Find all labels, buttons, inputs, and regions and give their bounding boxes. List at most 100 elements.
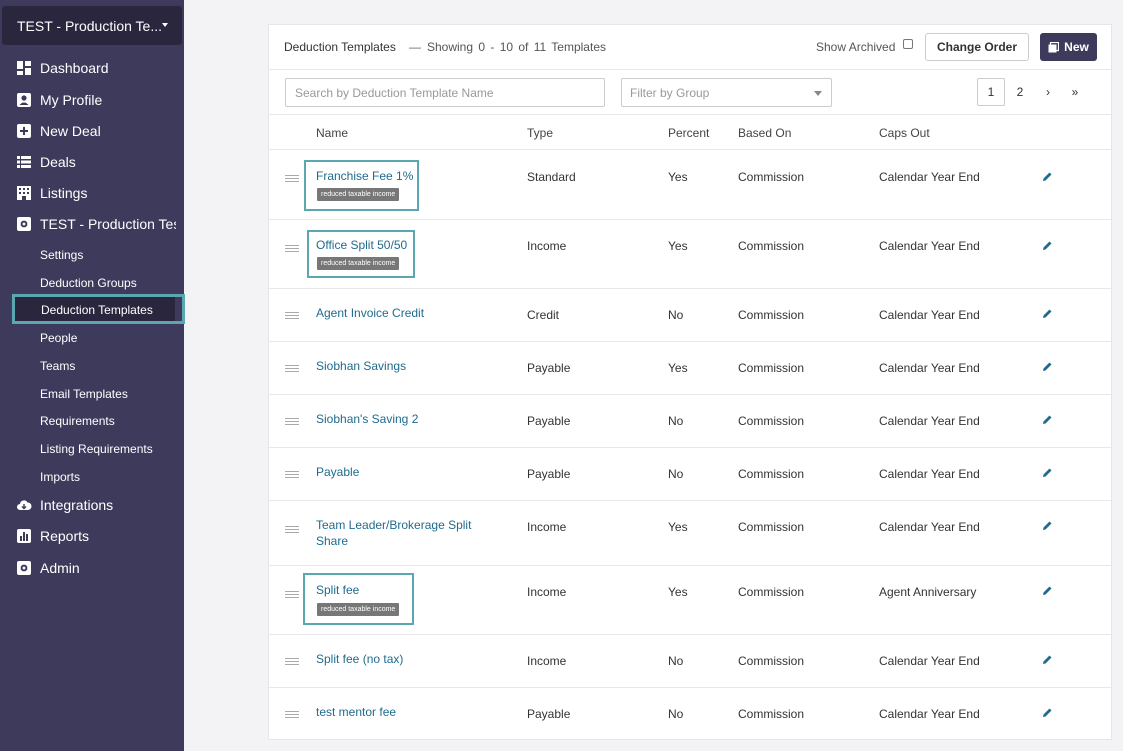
pencil-icon[interactable] xyxy=(1042,467,1053,478)
pencil-icon[interactable] xyxy=(1042,361,1053,372)
cell-percent: No xyxy=(668,414,684,428)
new-icon xyxy=(1048,41,1060,52)
nav-my-profile[interactable]: My Profile xyxy=(16,89,176,111)
pencil-icon[interactable] xyxy=(1042,654,1053,665)
cell-caps-out: Agent Anniversary xyxy=(879,585,977,599)
cell-type: Credit xyxy=(527,308,560,322)
cell-caps-out: Calendar Year End xyxy=(879,239,980,253)
cell-caps-out: Calendar Year End xyxy=(879,414,980,428)
nav-reports[interactable]: Reports xyxy=(16,525,176,547)
template-name-link[interactable]: Team Leader/Brokerage Split xyxy=(316,517,471,533)
template-name-link[interactable]: Office Split 50/50 xyxy=(316,237,407,253)
nav-listings[interactable]: Listings xyxy=(16,182,176,204)
drag-handle-icon[interactable] xyxy=(285,526,299,534)
active-indicator xyxy=(175,297,182,321)
pencil-icon[interactable] xyxy=(1042,171,1053,182)
cell-based-on: Commission xyxy=(738,467,805,481)
sub-item-listing-requirements[interactable]: Listing Requirements xyxy=(40,440,153,458)
sub-item-deduction-templates[interactable]: Deduction Templates xyxy=(12,294,185,324)
cell-type: Payable xyxy=(527,414,571,428)
cell-percent: Yes xyxy=(668,361,688,375)
drag-handle-icon[interactable] xyxy=(285,175,299,183)
drag-handle-icon[interactable] xyxy=(285,471,299,479)
drag-handle-icon[interactable] xyxy=(285,658,299,666)
template-name-link[interactable]: Siobhan Savings xyxy=(316,358,406,374)
cell-type: Standard xyxy=(527,170,576,184)
cell-caps-out: Calendar Year End xyxy=(879,520,980,534)
highlight-box xyxy=(303,573,414,625)
template-name-link[interactable]: Franchise Fee 1% xyxy=(316,168,413,184)
cell-caps-out: Calendar Year End xyxy=(879,707,980,721)
table-row: Franchise Fee 1% reduced taxable income … xyxy=(269,150,1111,220)
nav-label: Reports xyxy=(40,528,90,544)
sub-item-teams[interactable]: Teams xyxy=(40,357,75,375)
org-switcher[interactable]: TEST - Production Te... xyxy=(2,6,182,45)
nav-label: Deals xyxy=(40,154,76,170)
column-header-percent[interactable]: Percent xyxy=(668,126,709,140)
pencil-icon[interactable] xyxy=(1042,585,1053,596)
column-header-name[interactable]: Name xyxy=(316,126,348,140)
column-header-caps-out[interactable]: Caps Out xyxy=(879,126,930,140)
nav-dashboard[interactable]: Dashboard xyxy=(16,57,176,79)
new-button-label: New xyxy=(1064,40,1089,54)
template-name-link[interactable]: Payable xyxy=(316,464,359,480)
cell-percent: No xyxy=(668,654,684,668)
last-page-button[interactable]: » xyxy=(1062,78,1088,106)
cell-caps-out: Calendar Year End xyxy=(879,308,980,322)
cell-caps-out: Calendar Year End xyxy=(879,467,980,481)
nav-label: My Profile xyxy=(40,92,103,108)
pencil-icon[interactable] xyxy=(1042,707,1053,718)
cell-based-on: Commission xyxy=(738,239,805,253)
cell-percent: Yes xyxy=(668,170,688,184)
search-input[interactable] xyxy=(285,78,605,107)
show-archived-checkbox[interactable] xyxy=(903,39,913,49)
drag-handle-icon[interactable] xyxy=(285,312,299,320)
drag-handle-icon[interactable] xyxy=(285,245,299,253)
cell-type: Payable xyxy=(527,467,571,481)
cell-based-on: Commission xyxy=(738,308,805,322)
drag-handle-icon[interactable] xyxy=(285,365,299,373)
sub-item-people[interactable]: People xyxy=(40,329,77,347)
column-header-based-on[interactable]: Based On xyxy=(738,126,791,140)
drag-handle-icon[interactable] xyxy=(285,711,299,719)
pencil-icon[interactable] xyxy=(1042,520,1053,531)
nav-integrations[interactable]: Integrations xyxy=(16,494,176,516)
caret-down-icon xyxy=(162,23,168,27)
nav-label: New Deal xyxy=(40,123,101,139)
template-name-link[interactable]: test mentor fee xyxy=(316,704,396,720)
filter-group-select[interactable]: Filter by Group xyxy=(621,78,832,107)
sub-item-requirements[interactable]: Requirements xyxy=(40,412,115,430)
new-button[interactable]: New xyxy=(1040,33,1097,61)
page-2-button[interactable]: 2 xyxy=(1007,78,1033,106)
sub-item-imports[interactable]: Imports xyxy=(40,468,80,486)
tag-badge: reduced taxable income xyxy=(317,257,400,270)
pencil-icon[interactable] xyxy=(1042,308,1053,319)
template-name-link[interactable]: Siobhan's Saving 2 xyxy=(316,411,418,427)
page-1-button[interactable]: 1 xyxy=(977,78,1005,106)
pencil-icon[interactable] xyxy=(1042,414,1053,425)
nav-deals[interactable]: Deals xyxy=(16,151,176,173)
sub-item-deduction-groups[interactable]: Deduction Groups xyxy=(40,274,137,292)
chevron-down-icon xyxy=(814,91,822,96)
nav-admin[interactable]: Admin xyxy=(16,557,176,579)
next-page-button[interactable]: › xyxy=(1035,78,1061,106)
cell-caps-out: Calendar Year End xyxy=(879,361,980,375)
pencil-icon[interactable] xyxy=(1042,240,1053,251)
deduction-templates-panel: Deduction Templates — Showing 0 - 10 of … xyxy=(268,24,1112,740)
drag-handle-icon[interactable] xyxy=(285,418,299,426)
template-name-link[interactable]: Agent Invoice Credit xyxy=(316,305,424,321)
template-name-link-line2[interactable]: Share xyxy=(316,533,348,549)
table-row: Agent Invoice Credit Credit No Commissio… xyxy=(269,289,1111,342)
sub-item-email-templates[interactable]: Email Templates xyxy=(40,385,128,403)
sub-item-settings[interactable]: Settings xyxy=(40,246,83,264)
column-header-type[interactable]: Type xyxy=(527,126,553,140)
nav-new-deal[interactable]: New Deal xyxy=(16,120,176,142)
cell-based-on: Commission xyxy=(738,361,805,375)
cell-percent: Yes xyxy=(668,520,688,534)
nav-org[interactable]: TEST - Production Test xyxy=(16,213,176,235)
change-order-button[interactable]: Change Order xyxy=(925,33,1029,61)
drag-handle-icon[interactable] xyxy=(285,591,299,599)
template-name-link[interactable]: Split fee (no tax) xyxy=(316,651,403,667)
nav-label: Admin xyxy=(40,560,80,576)
template-name-link[interactable]: Split fee xyxy=(316,582,359,598)
